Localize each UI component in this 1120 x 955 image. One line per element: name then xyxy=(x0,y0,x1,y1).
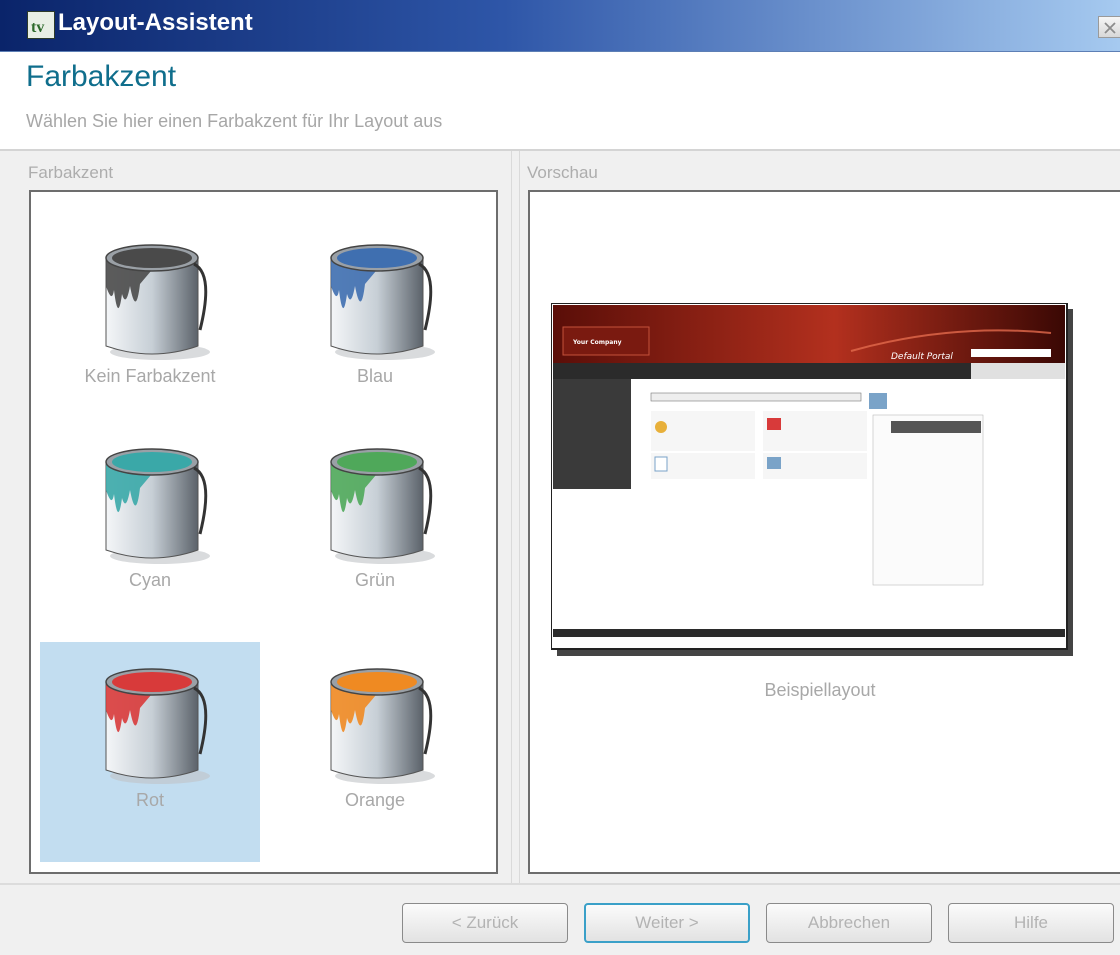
paint-bucket-icon xyxy=(105,244,210,360)
close-icon xyxy=(1104,22,1116,34)
title-bar: tv Layout-Assistent xyxy=(0,0,1120,52)
cancel-button[interactable]: Abbrechen xyxy=(766,903,932,943)
splitter[interactable] xyxy=(511,151,520,883)
color-accent-group-label: Farbakzent xyxy=(28,163,114,182)
swatch-label: Kein Farbakzent xyxy=(84,366,216,386)
preview-image: Your Company Default Portal xyxy=(551,303,1073,656)
preview-company: Your Company xyxy=(572,339,622,346)
window-title: Layout-Assistent xyxy=(58,9,253,36)
color-swatch[interactable]: Grün xyxy=(265,422,485,642)
help-button[interactable]: Hilfe xyxy=(948,903,1114,943)
page-subtitle: Wählen Sie hier einen Farbakzent für Ihr… xyxy=(26,111,443,131)
color-swatch[interactable]: Rot xyxy=(40,642,260,862)
swatch-label: Rot xyxy=(135,790,164,810)
preview-group-label: Vorschau xyxy=(527,163,598,182)
application-icon: tv xyxy=(27,11,55,39)
back-button[interactable]: < Zurück xyxy=(402,903,568,943)
color-swatch[interactable]: Orange xyxy=(265,642,485,862)
swatch-label: Cyan xyxy=(128,570,172,590)
color-swatch[interactable]: Kein Farbakzent xyxy=(40,218,260,438)
swatch-label: Blau xyxy=(356,366,394,386)
paint-bucket-icon xyxy=(105,668,210,784)
color-swatch[interactable]: Cyan xyxy=(40,422,260,642)
preview-portal: Default Portal xyxy=(891,352,953,362)
paint-bucket-icon xyxy=(105,448,210,564)
preview-caption: Beispiellayout xyxy=(764,680,876,700)
header-divider xyxy=(0,149,1120,151)
swatch-label: Orange xyxy=(344,790,406,810)
svg-text:tv: tv xyxy=(31,19,44,36)
paint-bucket-icon xyxy=(330,448,435,564)
paint-bucket-icon xyxy=(330,668,435,784)
color-swatch[interactable]: Blau xyxy=(265,218,485,438)
page-title: Farbakzent xyxy=(26,60,177,93)
paint-bucket-icon xyxy=(330,244,435,360)
swatch-label: Grün xyxy=(354,570,396,590)
next-button[interactable]: Weiter > xyxy=(584,903,750,943)
close-button[interactable] xyxy=(1098,16,1120,38)
